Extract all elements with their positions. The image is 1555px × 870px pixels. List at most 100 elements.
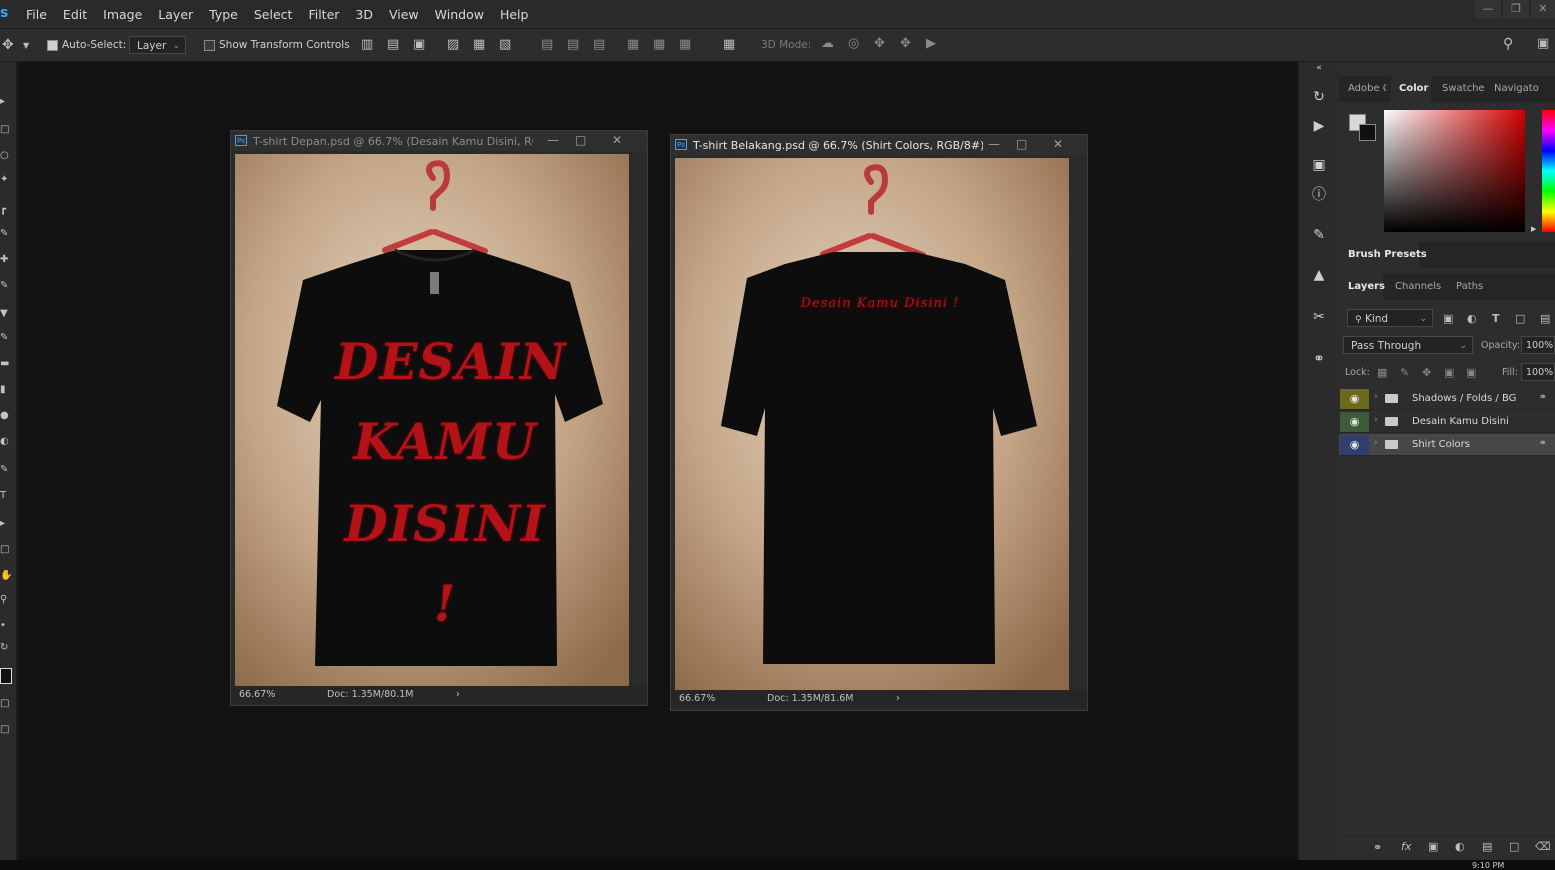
eye-icon[interactable]: ◉ [1340, 412, 1369, 432]
clone-source-panel-icon[interactable]: ▲ [1310, 266, 1328, 284]
tab-paths[interactable]: Paths [1456, 281, 1483, 292]
canvas-image-back[interactable]: Desain Kamu Disini ! [675, 158, 1069, 690]
zoom-tool-icon[interactable]: ⚲ [0, 594, 12, 608]
eyedropper-tool-icon[interactable]: ✎ [0, 228, 12, 242]
maximize-doc-button[interactable]: □ [575, 133, 586, 147]
3d-panel-icon[interactable]: ▣ [1310, 156, 1328, 174]
menu-view[interactable]: View [381, 7, 427, 22]
collapse-panels-icon[interactable]: « [1310, 62, 1328, 74]
canvas-image-front[interactable]: DESAIN KAMU DISINI ! [235, 154, 629, 686]
status-arrow-icon[interactable]: › [896, 693, 900, 704]
menu-layer[interactable]: Layer [150, 7, 201, 22]
distribute-top-icon[interactable]: ▤ [541, 38, 553, 52]
tab-color[interactable]: Color [1399, 83, 1428, 94]
tool-presets-panel-icon[interactable]: ✂ [1310, 308, 1328, 326]
restore-window-button[interactable]: ❐ [1503, 0, 1529, 18]
tab-navigator[interactable]: Navigato [1494, 83, 1539, 94]
search-icon[interactable]: ⚲ [1503, 37, 1513, 51]
status-arrow-icon[interactable]: › [456, 689, 460, 700]
creative-cloud-icon[interactable]: ⚭ [1310, 350, 1328, 368]
clone-stamp-tool-icon[interactable]: ▼ [0, 308, 12, 322]
lock-position-icon[interactable]: ✥ [1422, 366, 1431, 380]
filter-type-layers-icon[interactable]: T [1492, 312, 1500, 326]
link-layers-icon[interactable]: ⚭ [1373, 841, 1382, 855]
menu-help[interactable]: Help [492, 7, 537, 22]
move-tool-icon[interactable]: ▸ [0, 96, 12, 110]
tab-layers[interactable]: Layers [1348, 281, 1385, 292]
new-layer-icon[interactable]: □ [1509, 840, 1519, 854]
type-tool-icon[interactable]: T [0, 490, 12, 504]
distribute-right-icon[interactable]: ▦ [679, 38, 691, 52]
brush-tool-icon[interactable]: ✎ [0, 280, 12, 294]
healing-brush-tool-icon[interactable]: ✚ [0, 254, 12, 268]
align-right-icon[interactable]: ▧ [499, 38, 511, 52]
new-group-icon[interactable]: ▤ [1482, 840, 1492, 854]
lock-all-icon[interactable]: ▣ [1466, 366, 1476, 380]
info-panel-icon[interactable]: ⓘ [1310, 186, 1328, 204]
menu-file[interactable]: File [18, 7, 55, 22]
fill-input[interactable]: 100% [1521, 363, 1555, 381]
gradient-tool-icon[interactable]: ▮ [0, 384, 12, 398]
eye-icon[interactable]: ◉ [1340, 435, 1369, 455]
lasso-tool-icon[interactable]: ○ [0, 150, 12, 164]
zoom-level[interactable]: 66.67% [679, 693, 715, 704]
close-doc-button[interactable]: ✕ [1053, 137, 1063, 151]
layer-row-shirt-colors[interactable]: ◉ › Shirt Colors ⚭ [1339, 434, 1555, 456]
workspace-icon[interactable]: ▣ [1537, 37, 1549, 51]
trash-icon[interactable]: ⌫ [1535, 840, 1551, 854]
background-color-swatch[interactable] [1359, 124, 1376, 141]
tool-preset-chevron-icon[interactable]: ▼ [23, 39, 29, 53]
quick-mask-icon[interactable]: □ [0, 698, 12, 712]
eye-icon[interactable]: ◉ [1340, 389, 1369, 409]
layer-row-shadows[interactable]: ◉ › Shadows / Folds / BG ⚭ [1339, 388, 1555, 410]
align-top-icon[interactable]: ▥ [361, 38, 373, 52]
foreground-color-swatch[interactable] [0, 668, 12, 684]
layer-filter-dropdown[interactable]: ⚲ Kind ⌄ [1347, 309, 1433, 327]
tab-adobe-color[interactable]: Adobe Cc [1348, 83, 1386, 94]
close-window-button[interactable]: ✕ [1531, 0, 1555, 18]
move-tool-icon[interactable]: ✥ [2, 38, 14, 52]
maximize-doc-button[interactable]: □ [1016, 137, 1027, 151]
shape-tool-icon[interactable]: □ [0, 544, 12, 558]
3d-scale-icon[interactable]: ▶ [926, 37, 936, 51]
screen-mode-icon[interactable]: □ [0, 724, 12, 738]
lock-transparent-pixels-icon[interactable]: ▦ [1377, 366, 1387, 380]
filter-shape-layers-icon[interactable]: □ [1515, 312, 1525, 326]
actions-panel-icon[interactable]: ▶ [1310, 117, 1328, 135]
hue-slider[interactable] [1542, 110, 1555, 232]
tab-brush-presets[interactable]: Brush Presets [1348, 249, 1427, 260]
align-bottom-icon[interactable]: ▣ [413, 38, 425, 52]
expand-arrow-icon[interactable]: › [1374, 415, 1378, 425]
history-brush-tool-icon[interactable]: ✎ [0, 332, 12, 346]
layer-style-fx-icon[interactable]: fx [1401, 840, 1411, 854]
auto-select-target-dropdown[interactable]: Layer ⌄ [129, 36, 186, 54]
expand-arrow-icon[interactable]: › [1374, 438, 1378, 448]
layer-row-desain[interactable]: ◉ › Desain Kamu Disini [1339, 411, 1555, 433]
history-panel-icon[interactable]: ↻ [1310, 88, 1328, 106]
crop-tool-icon[interactable]: ┏ [0, 204, 12, 218]
auto-align-layers-icon[interactable]: ▦ [723, 38, 735, 52]
tab-swatches[interactable]: Swatches [1442, 83, 1485, 94]
menu-edit[interactable]: Edit [55, 7, 95, 22]
hue-slider-handle-icon[interactable]: ▶ [1531, 225, 1536, 233]
adjustment-layer-icon[interactable]: ◐ [1455, 840, 1465, 854]
dodge-tool-icon[interactable]: ◐ [0, 436, 12, 450]
menu-window[interactable]: Window [427, 7, 492, 22]
distribute-left-icon[interactable]: ▦ [627, 38, 639, 52]
blur-tool-icon[interactable]: ● [0, 410, 12, 424]
minimize-doc-button[interactable]: — [547, 133, 559, 147]
quick-select-tool-icon[interactable]: ✦ [0, 174, 12, 188]
align-horizontal-center-icon[interactable]: ▦ [473, 38, 485, 52]
3d-roll-icon[interactable]: ◎ [848, 37, 859, 51]
tab-channels[interactable]: Channels [1395, 281, 1441, 292]
menu-3d[interactable]: 3D [347, 7, 381, 22]
eraser-tool-icon[interactable]: ▬ [0, 358, 12, 372]
opacity-input[interactable]: 100% [1521, 336, 1555, 354]
marquee-tool-icon[interactable]: □ [0, 124, 12, 138]
add-mask-icon[interactable]: ▣ [1428, 840, 1438, 854]
document-window-front[interactable]: Ps T-shirt Depan.psd @ 66.7% (Desain Kam… [230, 130, 648, 706]
document-titlebar[interactable]: Ps T-shirt Depan.psd @ 66.7% (Desain Kam… [231, 131, 647, 151]
zoom-level[interactable]: 66.67% [239, 689, 275, 700]
blend-mode-dropdown[interactable]: Pass Through ⌄ [1343, 336, 1473, 354]
minimize-doc-button[interactable]: — [988, 137, 1000, 151]
